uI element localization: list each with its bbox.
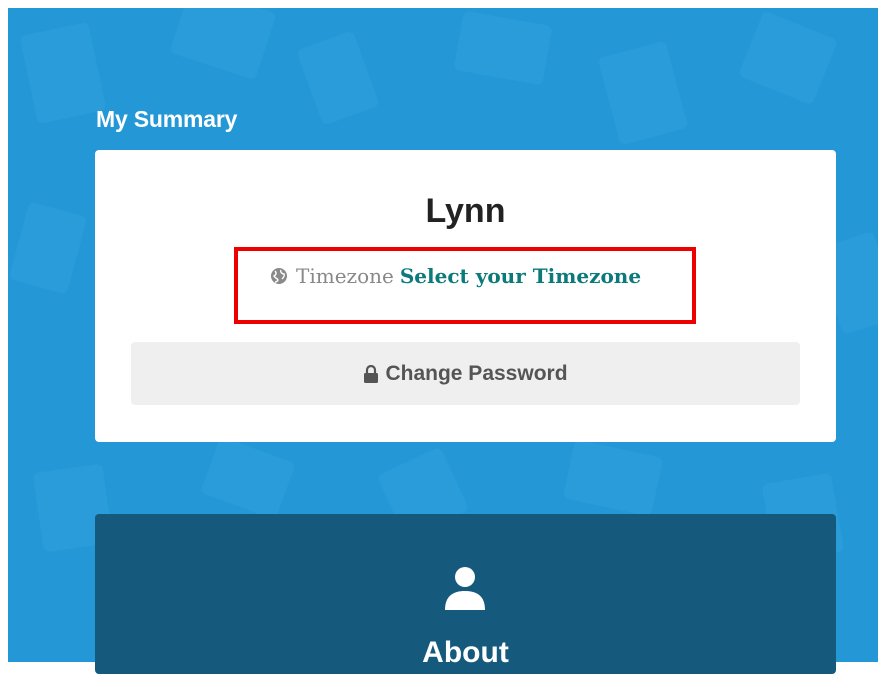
user-icon: [441, 564, 489, 617]
about-label: About: [422, 636, 509, 669]
lock-icon: [363, 364, 379, 383]
change-password-label: Change Password: [385, 361, 568, 385]
page-title: My Summary: [96, 106, 238, 132]
summary-card: Lynn Timezone Select your Timezone Chang…: [95, 150, 836, 442]
user-name: Lynn: [425, 192, 506, 230]
highlight-box: [234, 247, 696, 324]
about-card[interactable]: About: [95, 514, 836, 674]
change-password-button[interactable]: Change Password: [131, 342, 800, 405]
